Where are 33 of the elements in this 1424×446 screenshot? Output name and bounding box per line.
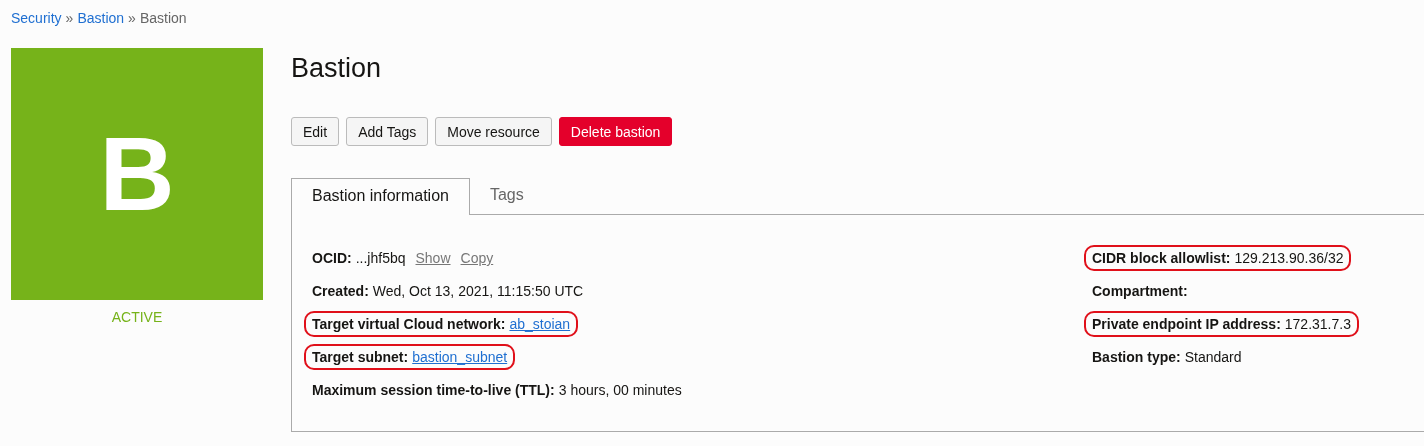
field-label: Target virtual Cloud network: — [312, 315, 506, 334]
breadcrumb-current: Bastion — [139, 10, 187, 28]
field-value: 172.31.7.3 — [1284, 315, 1351, 334]
breadcrumb-link[interactable]: Bastion — [77, 10, 125, 30]
field-label: Private endpoint IP address: — [1092, 315, 1281, 334]
action-button[interactable]: Move resource — [435, 117, 552, 146]
page-title: Bastion — [291, 52, 383, 84]
separator-icon: » — [128, 10, 136, 30]
field-label: Target subnet: — [312, 348, 409, 367]
delete-button[interactable]: Delete bastion — [558, 117, 673, 146]
action-link[interactable]: Show — [415, 247, 451, 269]
tile-letter: B — [99, 122, 175, 226]
field-link[interactable]: bastion_subnet — [412, 346, 508, 368]
field-value: ...jhf5bq — [355, 249, 406, 268]
field-label: CIDR block allowlist: — [1092, 249, 1231, 268]
action-button[interactable]: Add Tags — [346, 117, 429, 146]
field-label: Maximum session time-to-live (TTL): — [312, 381, 555, 400]
separator-icon: » — [65, 10, 74, 30]
field-value: Wed, Oct 13, 2021, 11:15:50 UTC — [372, 282, 584, 301]
breadcrumb-link[interactable]: Security — [11, 10, 62, 30]
tab[interactable]: Bastion information — [291, 178, 470, 215]
action-button[interactable]: Edit — [291, 117, 340, 146]
field-value: 3 hours, 00 minutes — [558, 381, 682, 400]
field-label: Bastion type: — [1092, 348, 1181, 367]
tab[interactable]: Tags — [469, 178, 544, 215]
status-label: ACTIVE — [111, 309, 163, 325]
field-value: Standard — [1184, 348, 1242, 367]
field-label: Compartment: — [1092, 282, 1188, 301]
action-link[interactable]: Copy — [460, 247, 494, 269]
field-value: 129.213.90.36/32 — [1234, 249, 1344, 268]
field-link[interactable]: ab_stoian — [509, 313, 571, 335]
field-label: Created: — [312, 282, 369, 301]
field-label: OCID: — [312, 249, 352, 268]
